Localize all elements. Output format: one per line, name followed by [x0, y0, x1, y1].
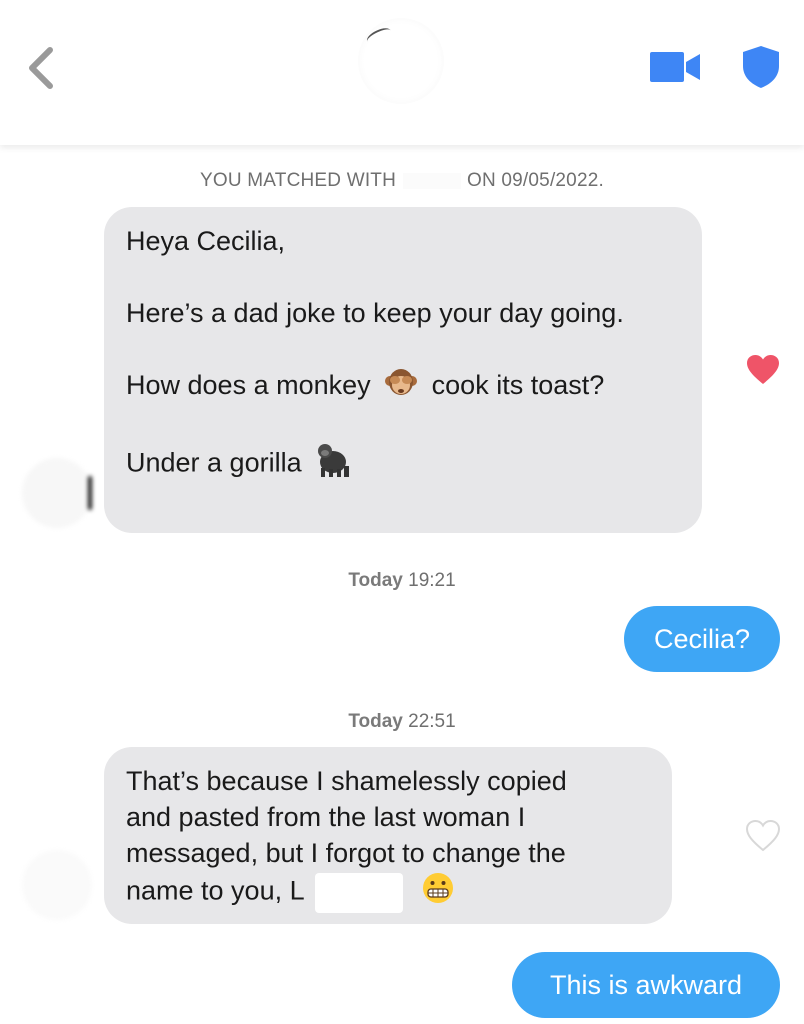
avatar-hair-detail: [364, 25, 394, 47]
message-line: That’s because I shamelessly copied: [126, 766, 567, 796]
sender-avatar[interactable]: [22, 850, 92, 920]
message-line: messaged, but I forgot to change the: [126, 838, 566, 868]
redacted-name: [402, 172, 461, 189]
message-line: Here’s a dad joke to keep your day going…: [126, 298, 624, 328]
message-line: Heya Cecilia,: [126, 226, 286, 256]
timestamp-time: 19:21: [408, 570, 456, 591]
like-heart-button[interactable]: [745, 819, 781, 857]
message-text-part: name to you, L: [126, 875, 304, 906]
avatar-edge: [88, 476, 92, 510]
message-line: How does a monkey cook its toast?: [126, 367, 680, 406]
video-call-button[interactable]: [648, 50, 704, 84]
match-notice-suffix: ON 09/05/2022.: [467, 170, 604, 191]
see-no-evil-monkey-emoji: [384, 367, 418, 406]
safety-shield-button[interactable]: [740, 44, 782, 90]
sender-avatar[interactable]: [22, 458, 92, 528]
chat-header: [0, 0, 804, 145]
message-line: name to you, L: [126, 871, 650, 914]
match-notice: YOU MATCHED WITH ON 09/05/2022.: [0, 170, 804, 192]
chevron-left-icon: [29, 47, 53, 89]
like-heart-button[interactable]: [746, 354, 780, 391]
video-camera-icon: [650, 52, 700, 82]
timestamp-day: Today: [348, 711, 403, 732]
message-text-part: Under a gorilla: [126, 448, 302, 478]
match-avatar[interactable]: [358, 18, 444, 104]
match-notice-prefix: YOU MATCHED WITH: [200, 170, 397, 191]
heart-outline-icon: [745, 819, 781, 852]
timestamp-time: 22:51: [408, 711, 456, 732]
message-text-part: How does a monkey: [126, 370, 371, 400]
message-text-part: cook its toast?: [431, 370, 605, 400]
message-line: Under a gorilla: [126, 442, 680, 487]
timestamp: Today 22:51: [0, 711, 804, 733]
redacted-name: [315, 872, 404, 913]
message-bubble-outgoing[interactable]: Cecilia?: [624, 606, 780, 672]
message-bubble-outgoing[interactable]: This is awkward: [512, 952, 780, 1018]
message-line: and pasted from the last woman I: [126, 802, 526, 832]
message-bubble-incoming[interactable]: Heya Cecilia, Here’s a dad joke to keep …: [104, 207, 702, 533]
heart-filled-icon: [747, 355, 779, 384]
gorilla-emoji: [315, 442, 355, 487]
back-button[interactable]: [22, 40, 62, 96]
message-bubble-incoming[interactable]: That’s because I shamelessly copied and …: [104, 747, 672, 924]
grimacing-face-emoji: [421, 871, 455, 914]
timestamp: Today 19:21: [0, 570, 804, 592]
timestamp-day: Today: [348, 570, 403, 591]
shield-icon: [743, 46, 779, 88]
